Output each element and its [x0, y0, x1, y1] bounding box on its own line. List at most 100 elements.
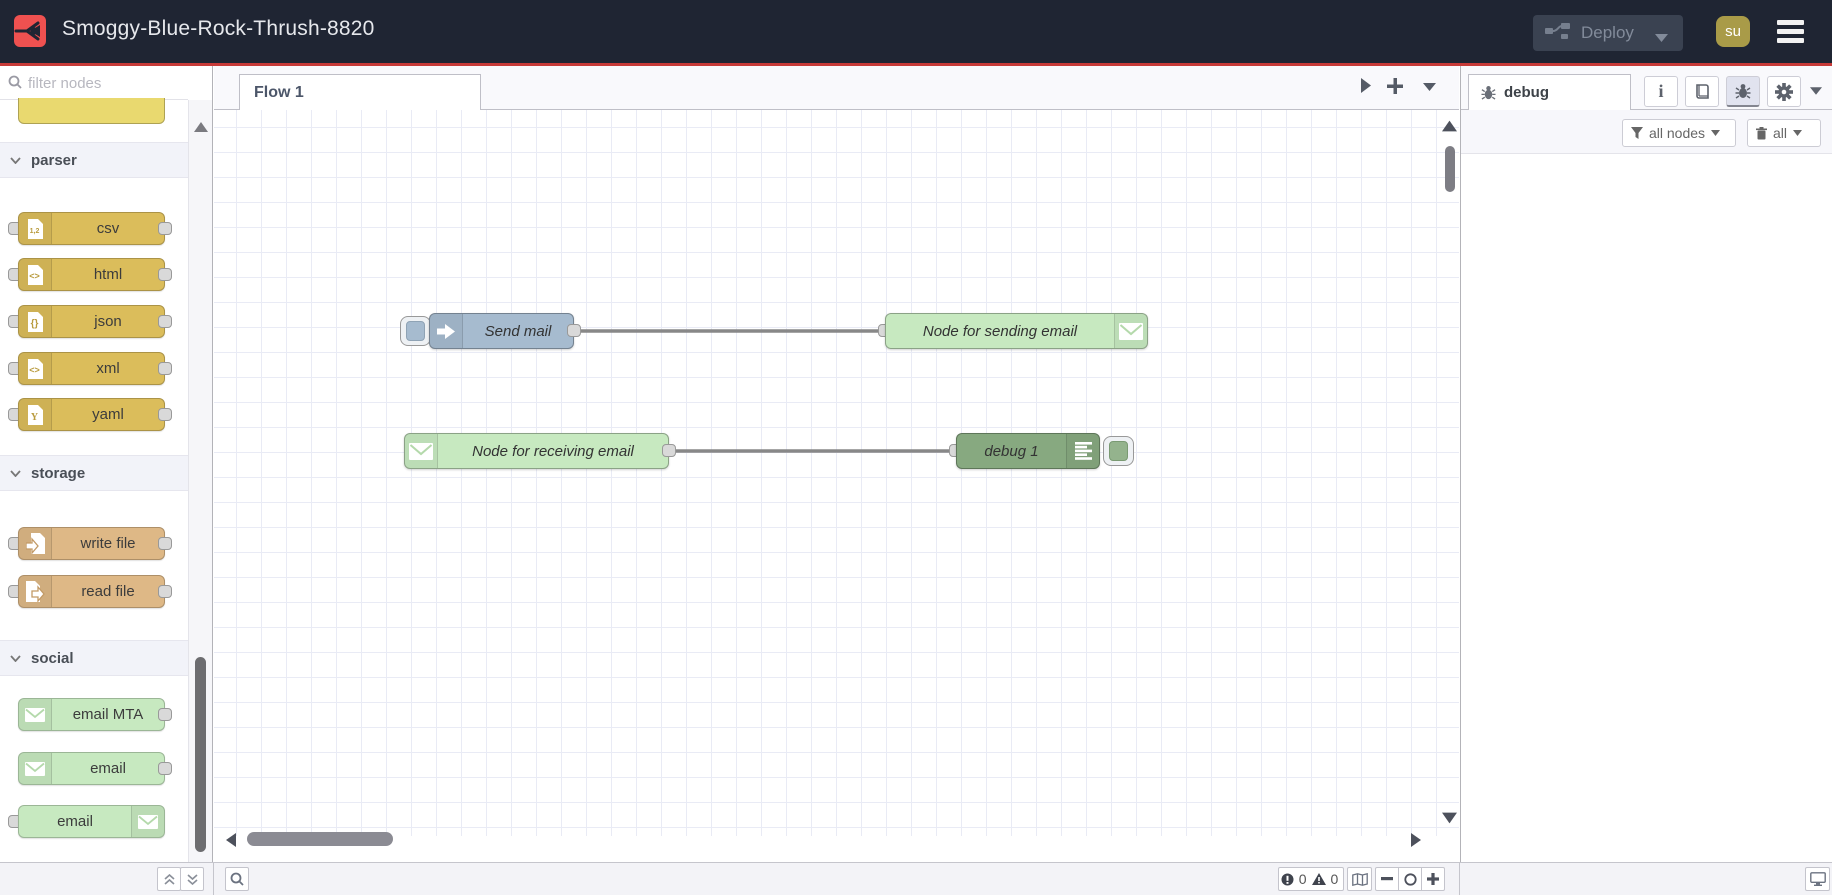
bug-icon — [1481, 86, 1496, 100]
help-panel-button[interactable] — [1685, 76, 1719, 107]
zoom-in-button[interactable] — [1421, 867, 1445, 891]
node-port[interactable] — [158, 362, 172, 375]
node-port[interactable] — [158, 537, 172, 550]
flow-status-button[interactable]: 0 0 — [1278, 867, 1344, 891]
palette-node-partial[interactable] — [18, 98, 165, 124]
chevron-down-icon — [1793, 130, 1803, 136]
svg-text:1,2: 1,2 — [30, 228, 40, 235]
palette-node-label: email — [90, 760, 126, 777]
canvas-hscroll-thumb[interactable] — [247, 832, 393, 846]
inject-trigger-button[interactable] — [400, 316, 431, 346]
flow-node-debug-1[interactable]: debug 1 — [956, 433, 1100, 469]
debug-toggle-button[interactable] — [1103, 436, 1134, 466]
node-port[interactable] — [158, 708, 172, 721]
palette-node-xml[interactable]: <> xml — [0, 352, 188, 386]
file-json-icon: {} — [19, 306, 52, 337]
scroll-up-arrow[interactable] — [194, 122, 208, 132]
node-label: debug 1 — [984, 442, 1039, 460]
file-read-icon — [19, 576, 52, 607]
node-port[interactable] — [158, 762, 172, 775]
palette-scroll-thumb[interactable] — [195, 657, 206, 852]
envelope-icon — [405, 434, 438, 468]
zoom-reset-button[interactable] — [1398, 867, 1422, 891]
palette-node-email-in[interactable]: email — [0, 752, 188, 786]
magnifier-icon — [230, 872, 244, 886]
flow-list-chevron[interactable] — [1423, 83, 1436, 91]
sidebar-options-chevron[interactable] — [1810, 87, 1822, 95]
svg-text:<>: <> — [29, 271, 40, 281]
palette-node-label: csv — [96, 220, 120, 237]
add-flow-button[interactable] — [1387, 78, 1403, 94]
flow-node-receiving-email[interactable]: Node for receiving email — [404, 433, 669, 469]
deploy-wire-icon — [1545, 22, 1571, 45]
flow-canvas[interactable]: Send mail Node for sending email Node fo… — [214, 110, 1459, 847]
plus-icon — [1427, 873, 1439, 885]
app-title: Smoggy-Blue-Rock-Thrush-8820 — [62, 17, 375, 40]
tab-scroll-right-icon[interactable] — [1360, 78, 1371, 93]
filter-nodes-input[interactable] — [28, 70, 178, 96]
node-label: Send mail — [484, 322, 552, 340]
canvas-scroll-right-arrow[interactable] — [1410, 833, 1422, 847]
main-menu-button[interactable] — [1777, 20, 1804, 43]
info-panel-button[interactable]: i — [1644, 76, 1678, 107]
palette-section-storage[interactable]: storage — [0, 455, 188, 491]
flow-node-sending-email[interactable]: Node for sending email — [885, 313, 1148, 349]
node-red-logo-icon — [14, 15, 46, 47]
output-port[interactable] — [662, 444, 676, 457]
flow-node-send-mail[interactable]: Send mail — [429, 313, 574, 349]
debug-clear-button[interactable]: all — [1747, 119, 1821, 147]
warning-count-icon — [1311, 873, 1326, 885]
zoom-reset-icon — [1403, 872, 1417, 886]
palette-node-read-file[interactable]: read file — [0, 575, 188, 609]
node-port[interactable] — [158, 315, 172, 328]
palette-node-csv[interactable]: 1,2 csv — [0, 212, 188, 246]
tab-debug[interactable]: debug — [1468, 74, 1631, 110]
zoom-out-button[interactable] — [1375, 867, 1399, 891]
debug-clear-label: all — [1773, 125, 1788, 141]
deploy-options-chevron[interactable] — [1655, 29, 1668, 47]
palette-node-json[interactable]: {} json — [0, 305, 188, 339]
palette-node-email-out[interactable]: email — [0, 805, 188, 839]
user-avatar[interactable]: su — [1716, 16, 1750, 47]
palette-section-parser[interactable]: parser — [0, 142, 188, 178]
palette-node-html[interactable]: <> html — [0, 258, 188, 292]
tab-flow-1[interactable]: Flow 1 — [239, 74, 481, 110]
chevron-down-icon — [10, 654, 21, 662]
node-port[interactable] — [158, 268, 172, 281]
output-port[interactable] — [567, 324, 581, 337]
node-port[interactable] — [158, 585, 172, 598]
palette-section-social[interactable]: social — [0, 640, 188, 676]
trash-icon — [1756, 126, 1767, 139]
canvas-vscroll-thumb[interactable] — [1445, 146, 1455, 192]
double-chevron-up-icon — [163, 873, 175, 885]
palette-node-email-mta[interactable]: email MTA — [0, 698, 188, 732]
envelope-icon — [1114, 314, 1147, 348]
envelope-icon — [19, 753, 52, 784]
palette-node-label: email MTA — [72, 706, 144, 723]
palette-node-write-file[interactable]: write file — [0, 527, 188, 561]
debug-panel-button[interactable] — [1726, 76, 1760, 107]
palette-node-label: json — [94, 313, 122, 330]
chevron-down-icon — [1711, 130, 1721, 136]
palette-scrollbar[interactable] — [188, 100, 212, 888]
debug-messages-panel[interactable] — [1461, 154, 1832, 862]
book-icon — [1695, 84, 1709, 99]
palette-expand-all-button[interactable] — [180, 867, 204, 891]
config-nodes-button[interactable] — [1767, 76, 1801, 107]
error-count: 0 — [1298, 871, 1307, 887]
palette-collapse-all-button[interactable] — [157, 867, 181, 891]
palette-node-yaml[interactable]: Y yaml — [0, 398, 188, 432]
node-port[interactable] — [158, 222, 172, 235]
header-bar: Smoggy-Blue-Rock-Thrush-8820 Deploy su — [0, 0, 1832, 63]
palette-node-label: read file — [81, 583, 135, 600]
canvas-scroll-up-arrow[interactable] — [1442, 120, 1457, 132]
search-flows-button[interactable] — [225, 867, 249, 891]
open-new-window-button[interactable] — [1805, 867, 1830, 891]
canvas-scroll-down-arrow[interactable] — [1442, 812, 1457, 824]
navigator-button[interactable] — [1347, 867, 1372, 891]
monitor-icon — [1809, 872, 1826, 886]
node-port[interactable] — [158, 408, 172, 421]
debug-filter-button[interactable]: all nodes — [1622, 119, 1736, 147]
canvas-scroll-left-arrow[interactable] — [225, 833, 237, 847]
flow-tab-bar: Flow 1 — [214, 66, 1459, 110]
